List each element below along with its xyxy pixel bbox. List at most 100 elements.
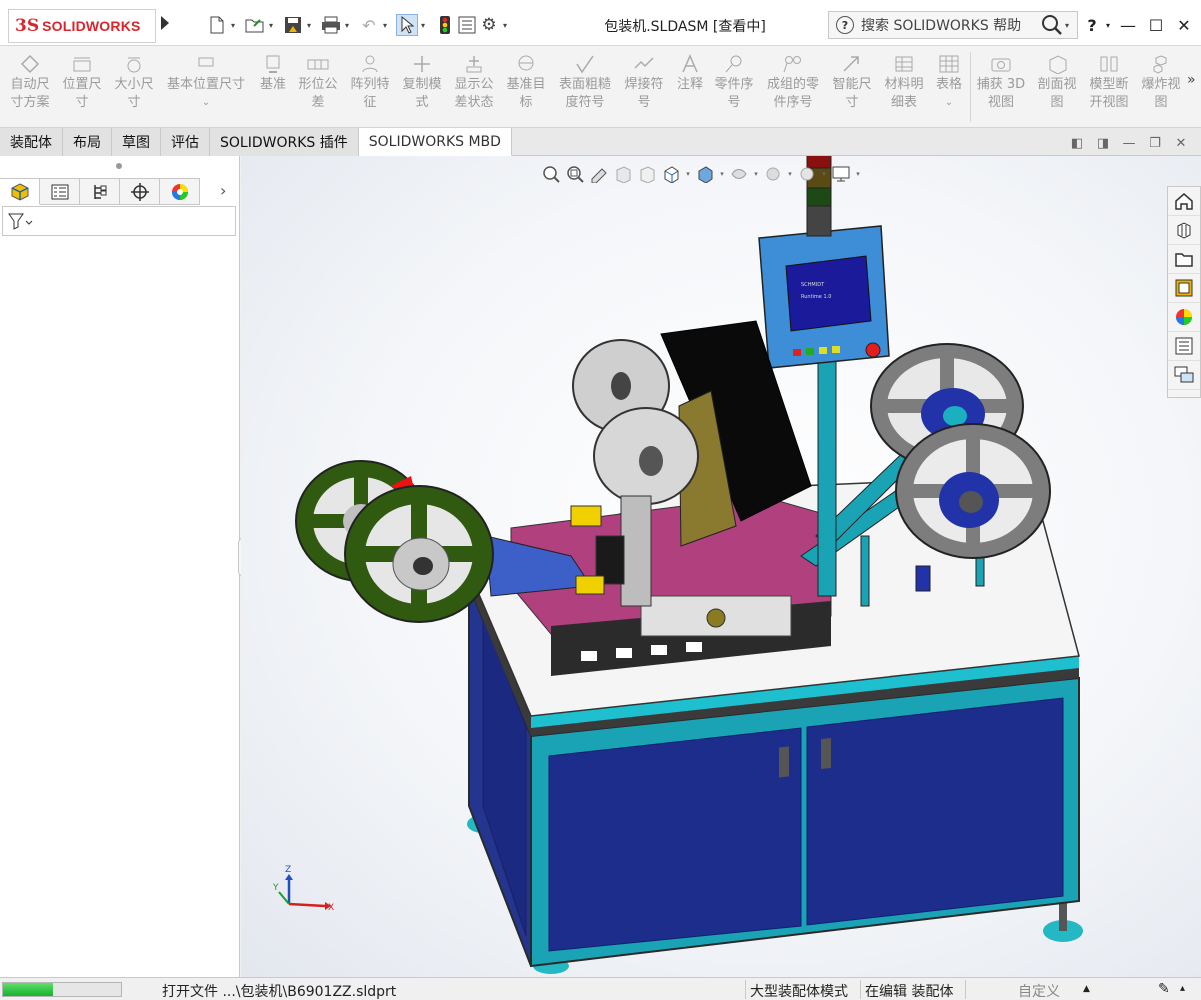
new-dropdown-icon[interactable]: ▾ — [228, 14, 238, 36]
ribbon-datum-target[interactable]: 基准目 标 — [502, 54, 550, 112]
ribbon-copy-scheme[interactable]: 复制模 式 — [398, 54, 446, 112]
quick-tips-icon[interactable]: ✎ — [1158, 981, 1170, 997]
viewport-close-icon[interactable]: ✕ — [1168, 136, 1194, 151]
save-icon[interactable] — [282, 14, 304, 36]
property-manager-tab[interactable] — [40, 178, 80, 205]
feature-manager-tree-tab[interactable] — [0, 178, 40, 205]
close-button[interactable]: ✕ — [1170, 16, 1198, 35]
select-dropdown-icon[interactable]: ▾ — [418, 14, 428, 36]
view-orientation-dropdown-icon[interactable]: ▾ — [683, 162, 693, 186]
view-orientation-icon[interactable] — [659, 162, 683, 186]
ribbon-note[interactable]: 注释 — [672, 54, 708, 94]
ribbon-exploded-view[interactable]: 爆炸视 图 — [1136, 54, 1186, 112]
custom-properties-icon[interactable] — [1168, 332, 1200, 361]
view-palette-icon[interactable] — [1168, 274, 1200, 303]
previous-view-icon[interactable] — [587, 162, 611, 186]
ribbon-surface-finish[interactable]: 表面粗糙 度符号 — [554, 54, 616, 112]
tab-evaluate[interactable]: 评估 — [161, 128, 210, 156]
view-settings-monitor-icon[interactable] — [829, 162, 853, 186]
apply-scene-icon[interactable] — [795, 162, 819, 186]
search-dropdown-icon[interactable]: ▾ — [1065, 21, 1077, 30]
open-dropdown-icon[interactable]: ▾ — [266, 14, 276, 36]
display-style-icon[interactable] — [693, 162, 717, 186]
ribbon-capture-3d-view[interactable]: 捕获 3D 视图 — [974, 54, 1028, 112]
ribbon-weld-symbol[interactable]: 焊接符 号 — [620, 54, 668, 112]
view-settings-dropdown-icon[interactable]: ▾ — [853, 162, 863, 186]
ribbon-table[interactable]: 表格 ⌄ — [930, 54, 968, 112]
status-bar-arrow-icon[interactable]: ▴ — [1180, 983, 1185, 994]
custom-units-status[interactable]: 自定义 — [1018, 981, 1060, 1000]
solidworks-resources-home-icon[interactable] — [1168, 187, 1200, 216]
ribbon-geometric-tolerance[interactable]: 形位公 差 — [294, 54, 342, 112]
hide-show-dropdown-icon[interactable]: ▾ — [751, 162, 761, 186]
ribbon-balloon[interactable]: 零件序 号 — [710, 54, 758, 112]
design-library-icon[interactable] — [1168, 216, 1200, 245]
tab-solidworks-addins[interactable]: SOLIDWORKS 插件 — [210, 128, 359, 156]
dynamic-annotation-icon[interactable] — [635, 162, 659, 186]
zoom-to-area-icon[interactable] — [563, 162, 587, 186]
tab-layout[interactable]: 布局 — [63, 128, 112, 156]
tab-assembly[interactable]: 装配体 — [0, 128, 63, 156]
solidworks-logo[interactable]: 3S SOLIDWORKS — [8, 9, 156, 43]
new-document-icon[interactable] — [206, 14, 228, 36]
tab-solidworks-mbd[interactable]: SOLIDWORKS MBD — [358, 128, 512, 156]
ribbon-bill-of-materials[interactable]: 材料明 细表 — [880, 54, 928, 112]
ribbon-broken-out-view[interactable]: 模型断 开视图 — [1084, 54, 1134, 112]
zoom-to-fit-icon[interactable] — [539, 162, 563, 186]
file-explorer-folder-icon[interactable] — [1168, 245, 1200, 274]
units-dropdown-icon[interactable]: ▲ — [1083, 984, 1090, 994]
menu-expand-arrow-icon[interactable] — [161, 16, 169, 30]
configuration-manager-tab[interactable] — [80, 178, 120, 205]
help-dropdown-icon[interactable]: ▾ — [1102, 21, 1114, 30]
ribbon-datum[interactable]: 基准 — [254, 54, 292, 94]
tab-sketch[interactable]: 草图 — [112, 128, 161, 156]
viewport-minimize-icon[interactable]: — — [1116, 136, 1142, 151]
viewport-restore-left-icon[interactable]: ◧ — [1064, 136, 1090, 151]
panel-more-tabs-icon[interactable]: › — [220, 181, 226, 200]
help-search-box[interactable]: ? 搜索 SOLIDWORKS 帮助 ▾ — [828, 11, 1078, 39]
save-dropdown-icon[interactable]: ▾ — [304, 14, 314, 36]
hide-show-items-icon[interactable] — [727, 162, 751, 186]
ribbon-pattern-feature[interactable]: 阵列特 征 — [346, 54, 394, 112]
undo-dropdown-icon[interactable]: ▾ — [380, 14, 390, 36]
print-icon[interactable] — [320, 14, 342, 36]
edit-appearance-icon[interactable] — [761, 162, 785, 186]
ribbon-show-tolerance-status[interactable]: 显示公 差状态 — [450, 54, 498, 112]
maximize-button[interactable]: ☐ — [1142, 16, 1170, 35]
search-icon[interactable] — [1039, 12, 1065, 38]
appearances-scenes-icon[interactable] — [1168, 303, 1200, 332]
ribbon-auto-dimension-scheme[interactable]: 自动尺 寸方案 — [4, 54, 56, 112]
ribbon-size-dimension[interactable]: 大小尺 寸 — [110, 54, 158, 112]
solidworks-forum-icon[interactable] — [1168, 361, 1200, 390]
viewport-maximize-icon[interactable]: ❐ — [1142, 136, 1168, 151]
ribbon-smart-dimension[interactable]: 智能尺 寸 — [828, 54, 876, 112]
rebuild-traffic-light-icon[interactable] — [434, 14, 456, 36]
ribbon-section-view[interactable]: 剖面视 图 — [1032, 54, 1082, 112]
tree-filter-bar[interactable] — [2, 206, 236, 236]
graphics-viewport[interactable]: SCHMIDT Runtime 1.0 X Y Z ▾ ▾ ▾ ▾ ▾ ▾ — [241, 156, 1201, 977]
ribbon-stacked-balloon[interactable]: 成组的零 件序号 — [762, 54, 824, 112]
open-folder-icon[interactable] — [244, 14, 266, 36]
options-gear-icon[interactable]: ⚙ — [478, 14, 500, 36]
ribbon-location-dimension[interactable]: 位置尺 寸 — [58, 54, 106, 112]
filter-funnel-icon[interactable] — [7, 211, 33, 231]
print-dropdown-icon[interactable]: ▾ — [342, 14, 352, 36]
viewport-restore-right-icon[interactable]: ◨ — [1090, 136, 1116, 151]
select-cursor-icon[interactable] — [396, 14, 418, 36]
ribbon-more-button[interactable]: » — [1187, 72, 1196, 88]
panel-grip-icon[interactable] — [116, 163, 122, 169]
section-view-hud-icon[interactable] — [611, 162, 635, 186]
display-style-dropdown-icon[interactable]: ▾ — [717, 162, 727, 186]
file-properties-icon[interactable] — [456, 14, 478, 36]
scene-dropdown-icon[interactable]: ▾ — [819, 162, 829, 186]
help-button[interactable]: ? — [1082, 16, 1102, 35]
display-manager-tab[interactable] — [160, 178, 200, 205]
assembly-model-render[interactable]: SCHMIDT Runtime 1.0 X Y Z — [241, 156, 1201, 977]
dimxpert-manager-tab[interactable] — [120, 178, 160, 205]
appearance-dropdown-icon[interactable]: ▾ — [785, 162, 795, 186]
options-dropdown-icon[interactable]: ▾ — [500, 14, 510, 36]
ribbon-basic-location-dimension[interactable]: 基本位置尺寸 ⌄ — [162, 54, 250, 112]
search-placeholder[interactable]: 搜索 SOLIDWORKS 帮助 — [861, 15, 1039, 35]
minimize-button[interactable]: — — [1114, 16, 1142, 35]
undo-icon[interactable]: ↶ — [358, 14, 380, 36]
